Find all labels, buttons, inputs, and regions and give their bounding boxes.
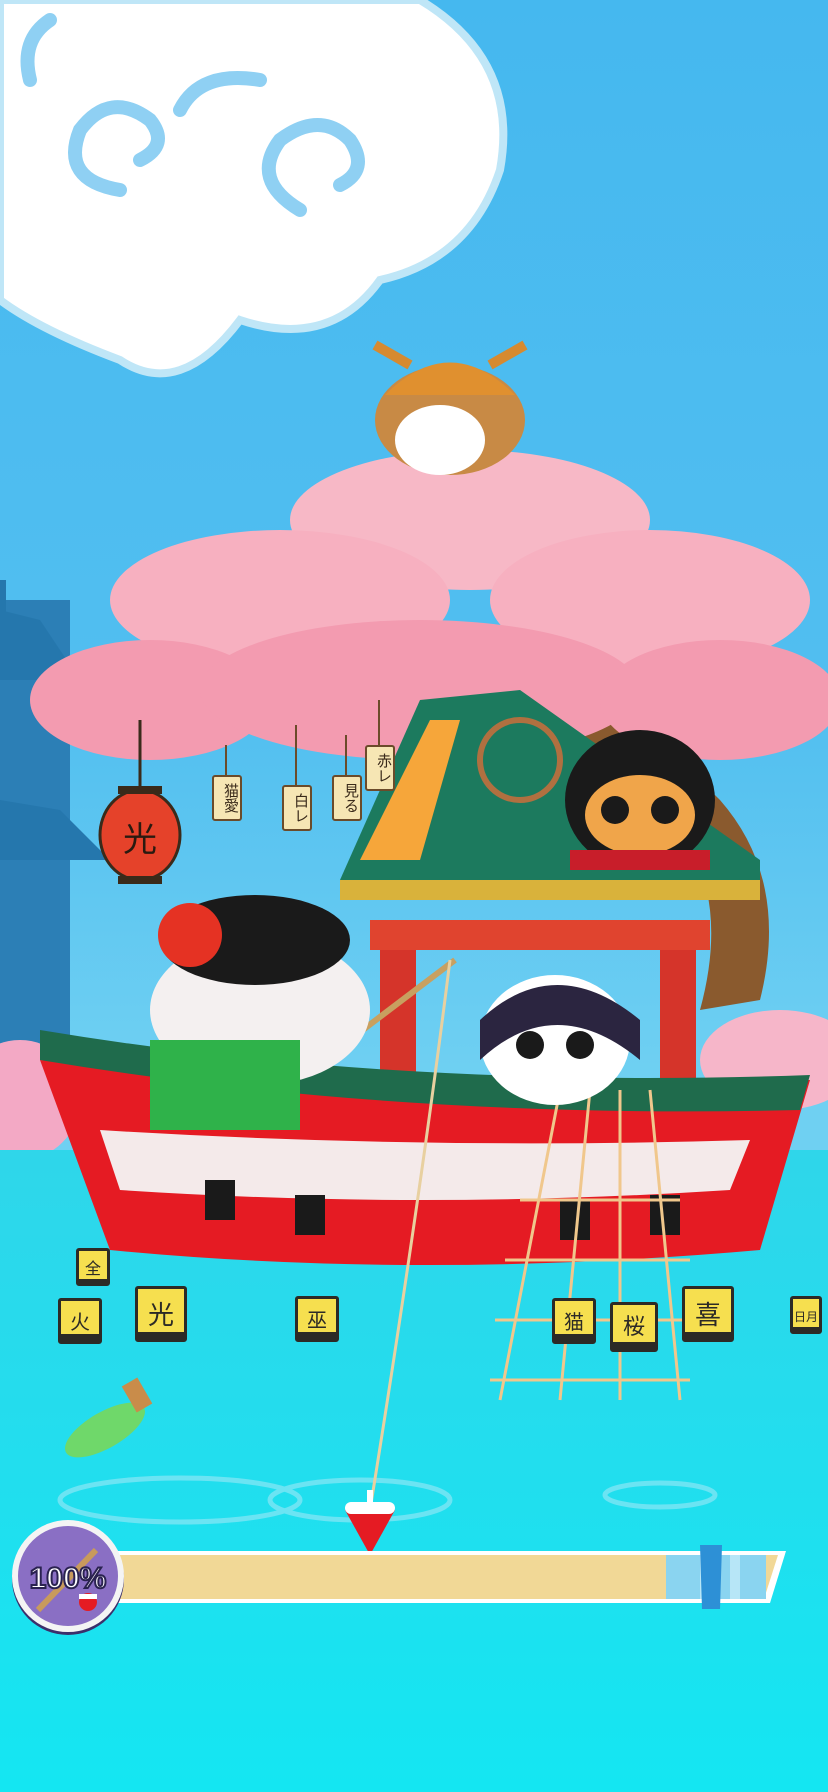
- game-scene[interactable]: 光 猫愛 白レ 見る 赤レ 全 火 光 巫 猫 桜 喜 日月 100%: [0, 0, 828, 1792]
- floating-lantern: 日月: [790, 1296, 822, 1334]
- samurai-cat: [372, 340, 528, 475]
- lantern-label: 光: [123, 820, 157, 860]
- wish-tag: 見る: [332, 775, 362, 821]
- wish-tag: 赤レ: [365, 745, 395, 791]
- wish-tag: 猫愛: [212, 775, 242, 821]
- power-meter[interactable]: [70, 1545, 790, 1609]
- floating-lantern: 巫: [295, 1296, 339, 1342]
- power-badge[interactable]: 100%: [12, 1520, 124, 1632]
- floating-lantern: 桜: [610, 1302, 658, 1352]
- wish-tag: 白レ: [282, 785, 312, 831]
- floating-lantern: 喜: [682, 1286, 734, 1342]
- power-percent-label: 100%: [29, 1561, 108, 1596]
- floating-lantern: 火: [58, 1298, 102, 1344]
- floating-lantern: 光: [135, 1286, 187, 1342]
- power-meter-bar: [70, 1545, 786, 1609]
- floating-lantern: 全: [76, 1248, 110, 1286]
- scene-artwork: [0, 0, 828, 1792]
- cloud: [0, 0, 508, 378]
- meter-indicator: [700, 1545, 722, 1609]
- floating-lantern: 猫: [552, 1298, 596, 1344]
